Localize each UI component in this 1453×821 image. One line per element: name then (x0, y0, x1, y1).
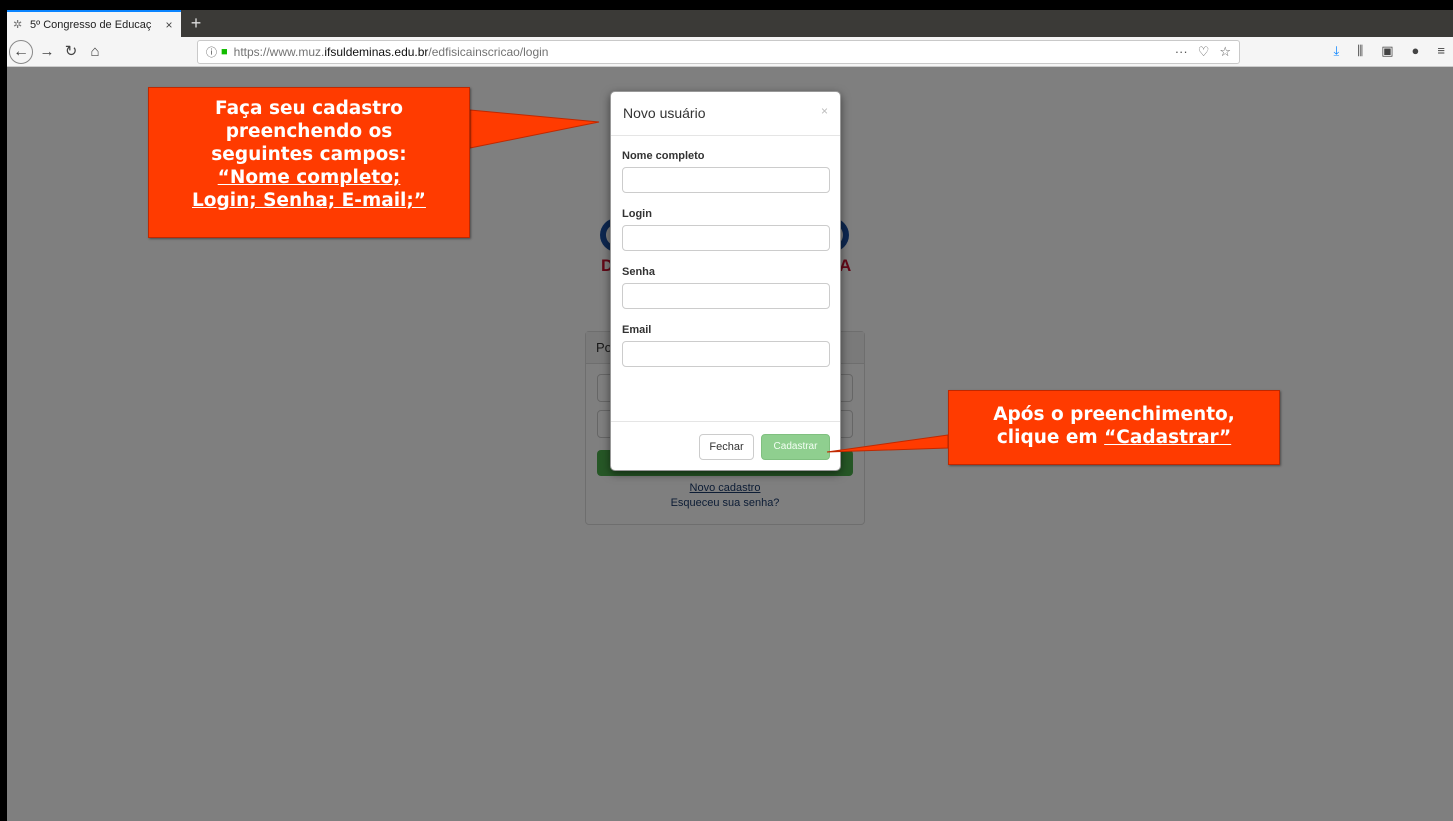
callout-2-prefix: clique em (996, 427, 1105, 448)
callout-2-link-text: “Cadastrar” (1104, 427, 1232, 448)
callout-1-line-4: “Nome completo; (217, 167, 401, 188)
callout-1-line-5: Login; Senha; E-mail;” (192, 190, 426, 211)
callout-1-line-2: preenchendo os (225, 121, 393, 142)
callout-1-pointer (469, 109, 600, 149)
instruction-callout-cadastrar: Após o preenchimento, clique em “Cadastr… (948, 390, 1280, 465)
browser-window: ✲ 5º Congresso de Educaç × + ← → ↻ ⌂ ⓘ ■… (7, 10, 1453, 821)
callout-1-line-1: Faça seu cadastro (215, 98, 403, 119)
callout-2-line-1: Após o preenchimento, (993, 404, 1235, 425)
instruction-callout-fields: Faça seu cadastro preenchendo os seguint… (148, 87, 470, 238)
callout-2-pointer (826, 434, 949, 453)
callout-1-line-3: seguintes campos: (211, 144, 407, 165)
callout-2-line-2: clique em “Cadastrar” (949, 426, 1279, 449)
